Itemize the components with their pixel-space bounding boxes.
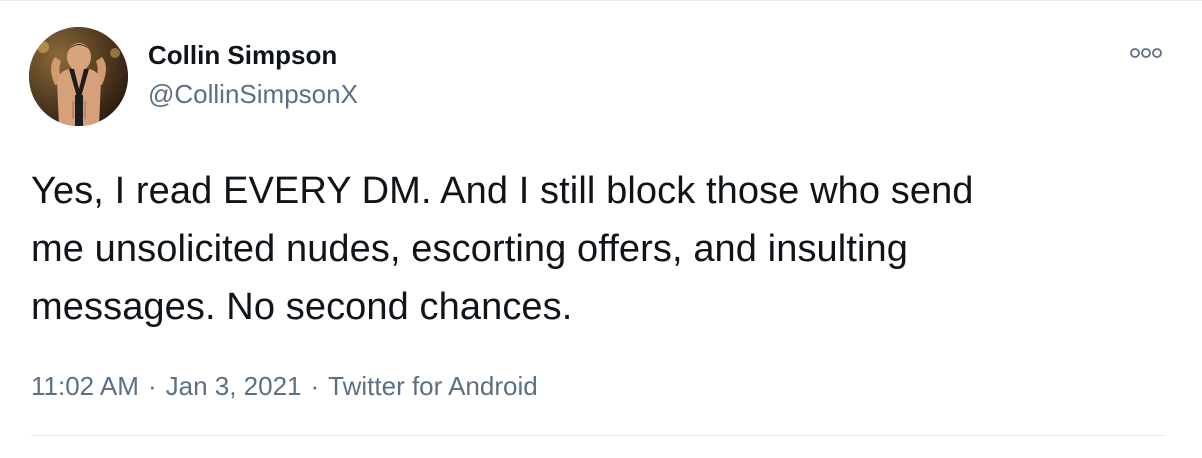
separator: · [147, 371, 157, 401]
tweet-text-line: messages. No second chances. [31, 286, 573, 328]
author-handle[interactable]: @CollinSimpsonX [148, 78, 358, 110]
author-name[interactable]: Collin Simpson [148, 39, 337, 71]
more-options-icon [1130, 48, 1162, 58]
more-options-button[interactable] [1124, 37, 1168, 69]
divider [31, 435, 1166, 436]
tweet-card: Collin Simpson @CollinSimpsonX Yes, I re… [0, 0, 1202, 458]
separator: · [310, 371, 320, 401]
avatar[interactable] [29, 27, 128, 126]
tweet-source[interactable]: Twitter for Android [328, 371, 538, 401]
tweet-time[interactable]: 11:02 AM [31, 371, 139, 401]
tweet-text-line: Yes, I read EVERY DM. And I still block … [31, 170, 974, 212]
tweet-text-line: me unsolicited nudes, escorting offers, … [31, 228, 908, 270]
tweet-date[interactable]: Jan 3, 2021 [166, 371, 302, 401]
tweet-text: Yes, I read EVERY DM. And I still block … [31, 162, 1161, 336]
tweet-metadata: 11:02 AM · Jan 3, 2021 · Twitter for Android [31, 370, 538, 402]
